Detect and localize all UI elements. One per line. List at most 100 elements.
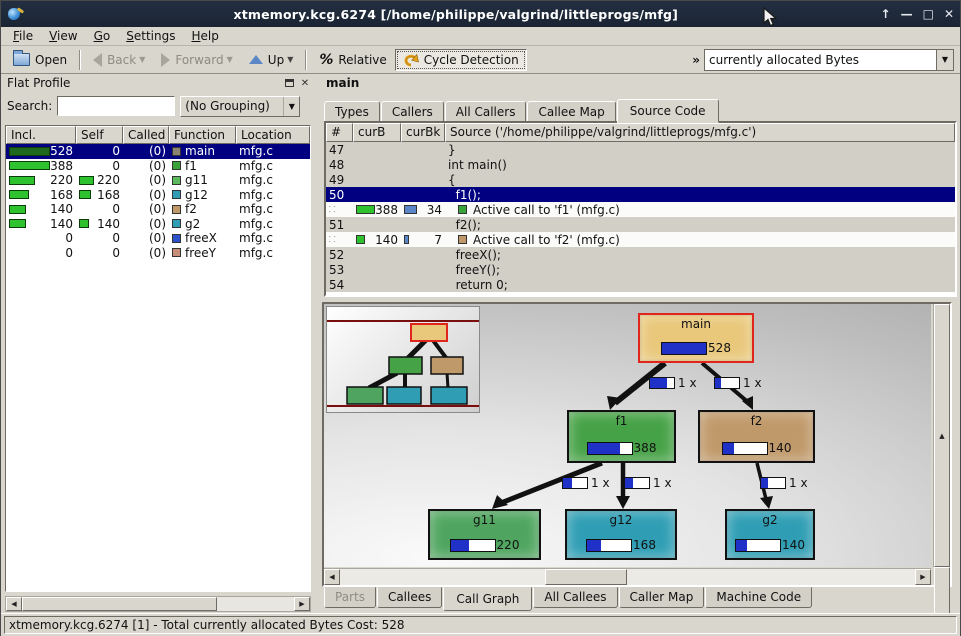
menu-file[interactable]: File bbox=[5, 28, 41, 44]
edge-label-main-f2: 1 x bbox=[714, 376, 762, 390]
tab-caller-map[interactable]: Caller Map bbox=[619, 587, 705, 608]
tab-callees[interactable]: Callees bbox=[377, 587, 442, 608]
source-call-row[interactable]: ⸬ 140 7 Active call to 'f2' (mfg.c) bbox=[326, 232, 955, 247]
graph-node-g11[interactable]: g11 220 bbox=[428, 509, 541, 560]
function-color-icon bbox=[172, 234, 181, 243]
dock-header[interactable]: Flat Profile ✕ bbox=[3, 74, 315, 92]
source-line[interactable]: 52 freeX(); bbox=[326, 247, 955, 262]
dock-float-button[interactable] bbox=[283, 77, 295, 89]
tab-callee-map[interactable]: Callee Map bbox=[527, 101, 615, 122]
relative-toggle-button[interactable]: % Relative bbox=[311, 48, 394, 72]
graph-node-f2[interactable]: f2 140 bbox=[698, 410, 815, 463]
graph-node-main[interactable]: main 528 bbox=[638, 313, 754, 363]
source-line[interactable]: 53 freeY(); bbox=[326, 262, 955, 277]
menu-settings[interactable]: Settings bbox=[118, 28, 183, 44]
menu-go[interactable]: Go bbox=[86, 28, 119, 44]
call-graph-pane: main 528 f1 388 f2 140 g11 220 g12 168 bbox=[322, 302, 952, 587]
graph-overview-minimap[interactable] bbox=[326, 306, 480, 413]
combo-dropdown-icon[interactable]: ▼ bbox=[936, 50, 953, 70]
table-row-g11[interactable]: 220 220 (0) g11 mfg.c bbox=[6, 173, 310, 188]
graph-node-f1[interactable]: f1 388 bbox=[567, 410, 676, 463]
forward-label: Forward bbox=[175, 53, 223, 67]
toolbar-overflow-chevron[interactable]: » bbox=[688, 53, 704, 67]
table-row-g2[interactable]: 140 140 (0) g2 mfg.c bbox=[6, 217, 310, 232]
source-line[interactable]: 48 int main() bbox=[326, 157, 955, 172]
table-row-main[interactable]: 528 0 (0) main mfg.c bbox=[6, 144, 310, 159]
toolbar-separator bbox=[305, 50, 307, 70]
scroll-up-icon[interactable]: ▲ bbox=[934, 304, 950, 567]
up-dropdown-icon[interactable]: ▼ bbox=[287, 55, 293, 64]
graph-node-g2[interactable]: g2 140 bbox=[725, 509, 815, 560]
tab-source-code[interactable]: Source Code bbox=[617, 99, 719, 123]
tab-all-callees[interactable]: All Callees bbox=[533, 587, 617, 608]
scroll-left-icon[interactable]: ◀ bbox=[324, 569, 340, 585]
table-row-freeY[interactable]: 0 0 (0) freeY mfg.c bbox=[6, 246, 310, 261]
column-header-function[interactable]: Function bbox=[169, 126, 236, 144]
source-line[interactable]: 49 { bbox=[326, 172, 955, 187]
cost-bar bbox=[735, 539, 781, 552]
table-row-f2[interactable]: 140 0 (0) f2 mfg.c bbox=[6, 202, 310, 217]
cycle-arrow-icon bbox=[403, 53, 419, 67]
scroll-left-icon[interactable]: ◀ bbox=[6, 597, 22, 611]
minimize-button[interactable]: — bbox=[901, 8, 913, 20]
forward-arrow-icon bbox=[161, 53, 170, 67]
back-button[interactable]: Back ▼ bbox=[85, 49, 153, 71]
column-header-line[interactable]: # bbox=[326, 123, 353, 142]
column-header-source[interactable]: Source ('/home/philippe/valgrind/littlep… bbox=[445, 123, 955, 142]
scrollbar-thumb[interactable] bbox=[545, 569, 627, 585]
shade-button[interactable]: ↑ bbox=[881, 8, 891, 20]
column-header-incl[interactable]: Incl. bbox=[6, 126, 76, 144]
source-line[interactable]: 51 f2(); bbox=[326, 217, 955, 232]
scroll-right-icon[interactable]: ▶ bbox=[294, 597, 310, 611]
cost-bar bbox=[722, 442, 768, 455]
menu-help[interactable]: Help bbox=[183, 28, 226, 44]
function-color-icon bbox=[172, 219, 181, 228]
menu-bar: File View Go Settings Help bbox=[1, 27, 960, 46]
source-line-selected[interactable]: 50 f1(); bbox=[326, 187, 955, 202]
tab-callers[interactable]: Callers bbox=[381, 101, 444, 122]
menu-view[interactable]: View bbox=[41, 28, 85, 44]
up-button[interactable]: Up ▼ bbox=[241, 49, 302, 71]
close-button[interactable]: ✕ bbox=[944, 8, 954, 20]
scrollbar-thumb[interactable] bbox=[22, 597, 217, 611]
window-title: xtmemory.kcg.6274 [/home/philippe/valgri… bbox=[31, 7, 881, 22]
status-message: xtmemory.kcg.6274 [1] - Total currently … bbox=[4, 616, 957, 634]
source-line[interactable]: 54 return 0; bbox=[326, 277, 955, 292]
source-call-row[interactable]: ⸬ 388 34 Active call to 'f1' (mfg.c) bbox=[326, 202, 955, 217]
title-bar[interactable]: xtmemory.kcg.6274 [/home/philippe/valgri… bbox=[1, 1, 960, 27]
graph-horizontal-scrollbar[interactable]: ◀ ▶ bbox=[324, 568, 931, 585]
tree-branch-icon: ⸬ bbox=[329, 204, 337, 215]
dock-close-button[interactable]: ✕ bbox=[299, 77, 311, 89]
tab-parts[interactable]: Parts bbox=[324, 587, 376, 608]
column-header-self[interactable]: Self bbox=[76, 126, 123, 144]
event-type-combobox[interactable]: currently allocated Bytes ▼ bbox=[704, 49, 954, 71]
function-color-icon bbox=[172, 161, 181, 170]
flat-profile-dock: Flat Profile ✕ Search: (No Grouping) ▼ I… bbox=[3, 74, 315, 612]
call-graph-canvas[interactable]: main 528 f1 388 f2 140 g11 220 g12 168 bbox=[324, 304, 931, 567]
source-line[interactable]: 47 } bbox=[326, 142, 955, 157]
grouping-combobox[interactable]: (No Grouping) ▼ bbox=[180, 96, 300, 117]
tab-call-graph[interactable]: Call Graph bbox=[443, 587, 532, 611]
tab-all-callers[interactable]: All Callers bbox=[445, 101, 527, 122]
tab-types[interactable]: Types bbox=[324, 101, 380, 122]
open-button[interactable]: Open bbox=[5, 49, 75, 71]
graph-node-g12[interactable]: g12 168 bbox=[565, 509, 677, 560]
combo-dropdown-icon[interactable]: ▼ bbox=[283, 97, 299, 116]
table-row-f1[interactable]: 388 0 (0) f1 mfg.c bbox=[6, 159, 310, 174]
table-row-freeX[interactable]: 0 0 (0) freeX mfg.c bbox=[6, 231, 310, 246]
graph-vertical-scrollbar[interactable]: ▲ ▼ bbox=[933, 304, 950, 567]
forward-button[interactable]: Forward ▼ bbox=[153, 49, 240, 71]
table-row-g12[interactable]: 168 168 (0) g12 mfg.c bbox=[6, 188, 310, 203]
column-header-location[interactable]: Location bbox=[236, 126, 310, 144]
scroll-right-icon[interactable]: ▶ bbox=[915, 569, 931, 585]
maximize-button[interactable]: □ bbox=[923, 8, 934, 20]
function-color-icon bbox=[172, 147, 181, 156]
column-header-curbk[interactable]: curBk bbox=[401, 123, 445, 142]
up-arrow-icon bbox=[249, 55, 263, 64]
cycle-detection-toggle-button[interactable]: Cycle Detection bbox=[395, 49, 527, 71]
column-header-called[interactable]: Called bbox=[123, 126, 169, 144]
flat-profile-horizontal-scrollbar[interactable]: ◀ ▶ bbox=[5, 596, 311, 612]
tab-machine-code[interactable]: Machine Code bbox=[705, 587, 812, 608]
search-input[interactable] bbox=[57, 96, 175, 116]
column-header-curb[interactable]: curB bbox=[353, 123, 401, 142]
